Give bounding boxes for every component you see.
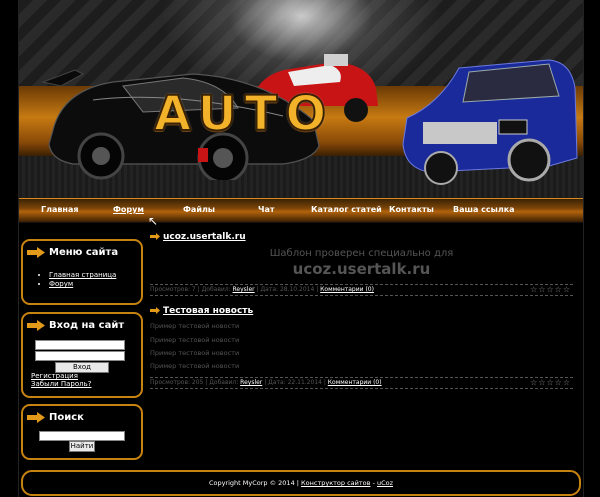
menu-list: Главная страница Форум	[41, 271, 116, 289]
menu-panel-title: Меню сайта	[49, 247, 119, 258]
menu-list-item: Форум	[49, 280, 116, 288]
nav-item-forum[interactable]: Форум	[113, 205, 144, 214]
forgot-password-link[interactable]: Забыли Пароль?	[31, 380, 91, 388]
post1-line1: Шаблон проверен специально для	[269, 248, 454, 259]
post2-comments-link[interactable]: Комментарии (0)	[328, 379, 382, 386]
post1-comments-link[interactable]: Комментарии (0)	[320, 286, 374, 293]
mouse-cursor-icon: ↖	[148, 214, 159, 228]
username-input[interactable]	[35, 340, 125, 350]
search-panel: Поиск Найти	[21, 404, 143, 460]
footer: Copyright MyCorp © 2014 | Конструктор са…	[21, 470, 581, 496]
post2-author-link[interactable]: Reysler	[240, 379, 262, 386]
login-panel-title: Вход на сайт	[49, 320, 125, 331]
login-panel: Вход на сайт Вход Регистрация Забыли Пар…	[21, 312, 143, 398]
register-link[interactable]: Регистрация	[31, 372, 78, 380]
password-input[interactable]	[35, 351, 125, 361]
post-title-2-text: Тестовая новость	[163, 306, 254, 316]
main-nav: Главная Форум Файлы Чат Каталог статей К…	[19, 198, 583, 223]
post-title-1[interactable]: ucoz.usertalk.ru	[150, 232, 246, 242]
post2-line: Пример тестовой новости	[150, 349, 240, 357]
arrow-right-icon	[27, 412, 45, 423]
arrow-right-icon	[27, 320, 45, 331]
post2-rating-stars-icon[interactable]: ☆☆☆☆☆	[530, 379, 571, 387]
post2-meta: Просмотров: 205 | Добавил: Reysler | Дат…	[150, 377, 573, 389]
footer-separator: -	[372, 479, 375, 487]
footer-copyright: Copyright MyCorp © 2014 |	[208, 479, 299, 487]
blue-car-image	[402, 59, 578, 185]
post2-line: Пример тестовой новости	[150, 362, 240, 370]
post-title-2[interactable]: Тестовая новость	[150, 306, 253, 316]
post1-line2: ucoz.usertalk.ru	[292, 260, 431, 278]
header-banner: AUTO	[19, 0, 583, 198]
post1-meta: Просмотров: 7 | Добавил: Reysler | Дата:…	[150, 284, 573, 296]
page: AUTO Главная Форум Файлы Чат Каталог ста…	[18, 0, 584, 497]
search-button[interactable]: Найти	[69, 441, 95, 452]
nav-item-home[interactable]: Главная	[41, 205, 78, 214]
nav-item-chat[interactable]: Чат	[258, 205, 275, 214]
arrow-right-icon	[150, 307, 160, 314]
arrow-right-icon	[150, 233, 160, 240]
post1-rating-stars-icon[interactable]: ☆☆☆☆☆	[530, 286, 571, 294]
logo-text: AUTO	[153, 85, 335, 143]
footer-ucoz-link[interactable]: uCoz	[377, 479, 393, 487]
menu-link-home[interactable]: Главная страница	[49, 271, 116, 279]
post2-line: Пример тестовой новости	[150, 336, 240, 344]
search-input[interactable]	[39, 431, 125, 441]
post2-line: Пример тестовой новости	[150, 322, 240, 330]
menu-link-forum[interactable]: Форум	[49, 280, 73, 288]
menu-list-item: Главная страница	[49, 271, 116, 279]
post-title-1-text: ucoz.usertalk.ru	[163, 232, 246, 242]
arrow-right-icon	[27, 247, 45, 258]
menu-panel: Меню сайта Главная страница Форум	[21, 239, 143, 305]
nav-item-articles[interactable]: Каталог статей	[311, 205, 382, 214]
nav-item-your-link[interactable]: Ваша ссылка	[453, 205, 515, 214]
nav-item-files[interactable]: Файлы	[183, 205, 215, 214]
post2-meta-views: Просмотров: 205 | Добавил:	[150, 379, 239, 386]
post1-meta-date: | Дата: 28.10.2014 |	[256, 286, 319, 293]
post2-meta-date: | Дата: 22.11.2014 |	[264, 379, 326, 386]
footer-constructor-link[interactable]: Конструктор сайтов	[301, 479, 370, 487]
search-panel-title: Поиск	[49, 412, 84, 423]
nav-item-contacts[interactable]: Контакты	[389, 205, 434, 214]
post1-meta-views: Просмотров: 7 | Добавил:	[150, 286, 231, 293]
post1-author-link[interactable]: Reysler	[233, 286, 255, 293]
